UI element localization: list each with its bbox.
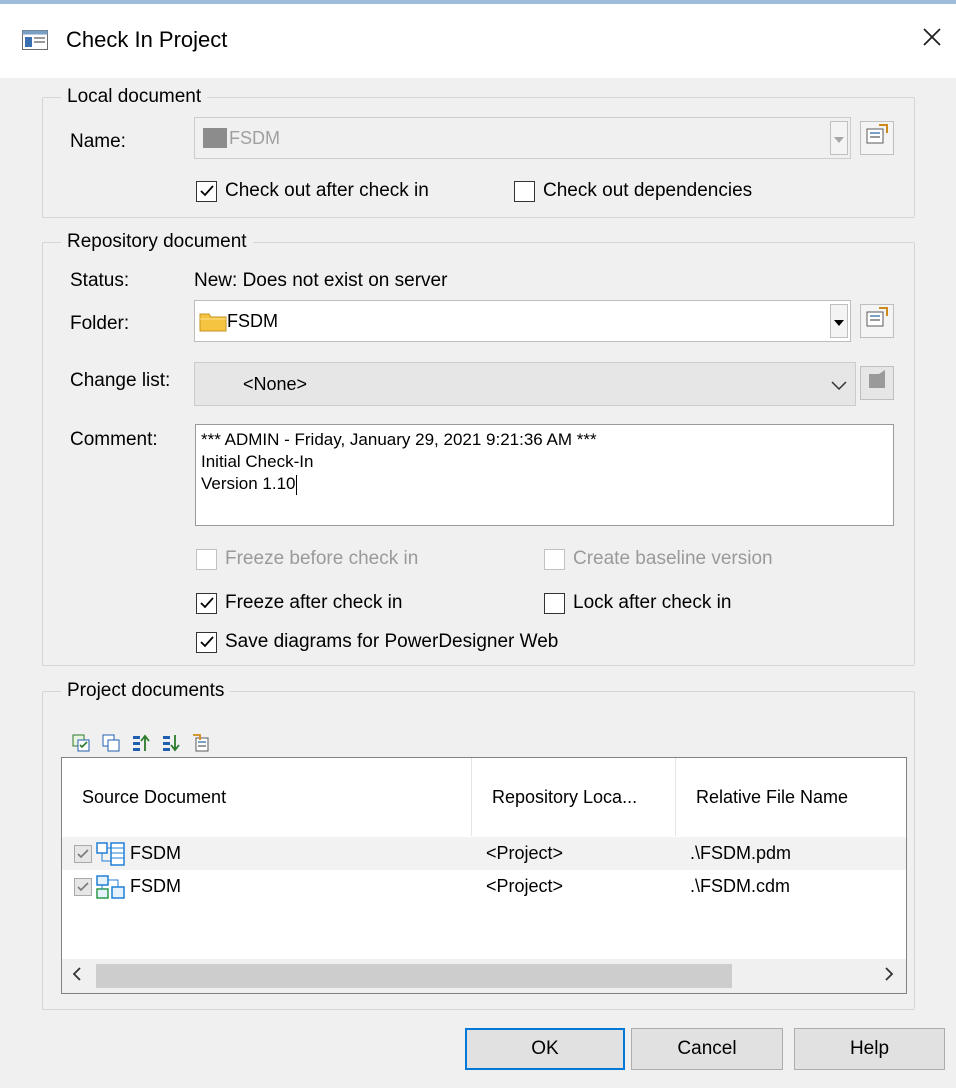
row-source-cell: FSDM	[74, 870, 181, 903]
folder-icon	[199, 310, 227, 332]
column-header-source[interactable]: Source Document	[62, 758, 472, 836]
chevron-down-icon	[834, 310, 844, 332]
table-row[interactable]: FSDM <Project> .\FSDM.cdm	[62, 870, 906, 903]
chevron-down-icon	[834, 127, 844, 149]
properties-icon	[865, 368, 889, 398]
check-out-deps-label: Check out dependencies	[543, 180, 753, 201]
lock-after-checkbox[interactable]: Lock after check in	[544, 592, 731, 614]
project-documents-legend: Project documents	[67, 680, 225, 701]
change-list-dropdown-arrow[interactable]	[829, 369, 849, 403]
check-out-after-label: Check out after check in	[225, 180, 429, 201]
create-baseline-checkbox[interactable]: Create baseline version	[544, 548, 773, 570]
close-button[interactable]	[912, 20, 952, 60]
row-source-name: FSDM	[130, 843, 181, 863]
project-documents-list[interactable]: Source Document Repository Loca... Relat…	[61, 757, 907, 994]
row-checkbox[interactable]	[74, 877, 92, 896]
comment-label: Comment:	[70, 429, 158, 450]
save-diagrams-checkbox[interactable]: Save diagrams for PowerDesigner Web	[196, 631, 558, 653]
freeze-after-label: Freeze after check in	[225, 592, 403, 613]
local-document-legend: Local document	[67, 86, 202, 107]
create-baseline-box[interactable]	[544, 548, 565, 570]
physical-model-icon	[96, 841, 126, 867]
status-label: Status:	[70, 270, 130, 291]
row-location-cell: <Project>	[486, 876, 564, 896]
model-file-icon	[201, 125, 229, 151]
lock-after-label: Lock after check in	[573, 592, 732, 613]
row-file-cell: .\FSDM.pdm	[690, 843, 792, 863]
lock-after-box[interactable]	[544, 592, 565, 614]
scroll-left-button[interactable]	[62, 959, 92, 993]
check-out-after-box[interactable]	[196, 180, 217, 202]
select-all-icon[interactable]	[70, 732, 92, 754]
folder-dropdown-arrow[interactable]	[830, 304, 848, 338]
freeze-after-box[interactable]	[196, 592, 217, 614]
app-window-icon	[22, 30, 48, 50]
folder-value: FSDM	[227, 310, 278, 331]
change-list-value: <None>	[243, 373, 308, 394]
row-location-cell: <Project>	[486, 843, 564, 863]
freeze-before-box[interactable]	[196, 548, 217, 570]
change-list-combo[interactable]: <None>	[194, 362, 856, 406]
comment-textarea[interactable]: *** ADMIN - Friday, January 29, 2021 9:2…	[195, 424, 894, 526]
row-file-cell: .\FSDM.cdm	[690, 876, 791, 896]
chevron-right-icon	[884, 965, 894, 987]
properties-icon	[865, 123, 889, 153]
comment-line-3: Version 1.10	[201, 474, 297, 495]
title-accent-line	[0, 0, 956, 4]
name-value: FSDM	[229, 127, 280, 148]
check-out-deps-checkbox[interactable]: Check out dependencies	[514, 180, 752, 202]
chevron-down-icon	[831, 375, 847, 397]
ok-button[interactable]: OK	[465, 1028, 625, 1070]
freeze-after-checkbox[interactable]: Freeze after check in	[196, 592, 402, 614]
horizontal-scrollbar[interactable]	[62, 959, 906, 993]
folder-properties-button[interactable]	[860, 304, 894, 338]
folder-label: Folder:	[70, 313, 130, 334]
comment-line-1: *** ADMIN - Friday, January 29, 2021 9:2…	[201, 430, 597, 449]
name-properties-button[interactable]	[860, 121, 894, 155]
cancel-button[interactable]: Cancel	[631, 1028, 783, 1070]
row-source-cell: FSDM	[74, 837, 181, 870]
move-down-icon[interactable]	[160, 732, 182, 754]
folder-combo[interactable]: FSDM	[194, 300, 851, 342]
scrollbar-thumb[interactable]	[96, 964, 732, 988]
row-checkbox[interactable]	[74, 844, 92, 863]
save-diagrams-label: Save diagrams for PowerDesigner Web	[225, 631, 559, 652]
deselect-all-icon[interactable]	[100, 732, 122, 754]
repository-document-legend: Repository document	[67, 231, 247, 252]
name-combo[interactable]: FSDM	[194, 117, 851, 159]
scroll-right-button[interactable]	[874, 959, 904, 993]
freeze-before-checkbox[interactable]: Freeze before check in	[196, 548, 418, 570]
check-out-after-checkbox[interactable]: Check out after check in	[196, 180, 429, 202]
move-up-icon[interactable]	[130, 732, 152, 754]
change-list-properties-button[interactable]	[860, 366, 894, 400]
save-diagrams-box[interactable]	[196, 631, 217, 653]
column-header-repository-location[interactable]: Repository Loca...	[472, 758, 676, 836]
chevron-left-icon	[72, 965, 82, 987]
title-bar: Check In Project	[0, 0, 956, 78]
column-header-relative-file[interactable]: Relative File Name	[676, 758, 906, 836]
project-documents-toolbar	[70, 732, 212, 754]
window-title: Check In Project	[66, 27, 228, 52]
name-label: Name:	[70, 131, 126, 152]
name-dropdown-arrow[interactable]	[830, 121, 848, 155]
properties-icon[interactable]	[190, 732, 212, 754]
close-icon	[922, 27, 942, 53]
create-baseline-label: Create baseline version	[573, 548, 773, 569]
comment-line-2: Initial Check-In	[201, 452, 314, 471]
check-out-deps-box[interactable]	[514, 180, 535, 202]
freeze-before-label: Freeze before check in	[225, 548, 419, 569]
conceptual-model-icon	[96, 874, 126, 900]
table-row[interactable]: FSDM <Project> .\FSDM.pdm	[62, 837, 906, 870]
text-caret	[295, 474, 297, 495]
change-list-label: Change list:	[70, 370, 171, 391]
status-value: New: Does not exist on server	[194, 270, 448, 291]
list-header: Source Document Repository Loca... Relat…	[62, 758, 906, 836]
row-source-name: FSDM	[130, 876, 181, 896]
help-button[interactable]: Help	[794, 1028, 945, 1070]
properties-icon	[865, 306, 889, 336]
